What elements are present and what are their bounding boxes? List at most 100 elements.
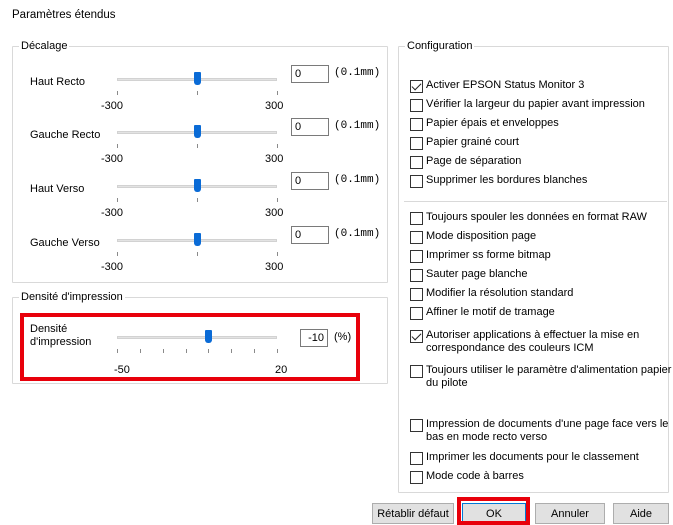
help-button[interactable]: Aide [613,503,669,524]
density-input[interactable] [300,329,328,347]
config-checkbox[interactable] [410,365,423,378]
density-group-legend: Densité d'impression [19,290,125,304]
offset-input[interactable] [291,65,329,83]
density-label-line2: d'impression [30,336,92,348]
config-checkbox[interactable] [410,99,423,112]
config-checkbox-row[interactable]: Page de séparation [410,155,673,169]
slider-tick [197,198,198,202]
config-checkbox[interactable] [410,118,423,131]
config-checkbox[interactable] [410,452,423,465]
config-checkbox-row[interactable]: Papier épais et enveloppes [410,117,673,131]
config-checkbox-label: Imprimer les documents pour le classemen… [426,451,639,463]
config-checkbox-row[interactable]: Toujours utiliser le paramètre d'aliment… [410,364,673,390]
config-checkbox-row[interactable]: Impression de documents d'une page face … [410,418,673,444]
density-slider[interactable] [117,330,278,353]
config-checkbox-label: Imprimer ss forme bitmap [426,249,551,261]
config-separator [404,201,667,202]
offset-slider-thumb[interactable] [194,72,201,85]
config-checkbox-row[interactable]: Mode code à barres [410,470,673,484]
config-checkbox-row[interactable]: Imprimer les documents pour le classemen… [410,451,673,465]
config-group-legend: Configuration [405,39,475,53]
config-checkbox-label: Autoriser applications à effectuer la mi… [426,329,640,354]
slider-tick [197,144,198,148]
ok-button[interactable]: OK [462,503,526,524]
slider-tick [117,144,118,148]
density-label: Densité d'impression [30,323,91,349]
slider-tick [277,349,278,353]
offset-slider[interactable] [117,233,278,256]
density-min-label: -50 [114,364,130,376]
offset-min-label: -300 [101,153,124,165]
offset-row-label: Gauche Verso [30,237,100,249]
slider-tick [139,349,141,353]
offset-input[interactable] [291,118,329,136]
offset-max-label: 300 [265,261,284,273]
config-checkbox[interactable] [410,471,423,484]
config-checkbox[interactable] [410,307,423,320]
slider-tick [117,198,118,202]
config-checkbox-label: Activer EPSON Status Monitor 3 [426,79,585,91]
config-checkbox-row[interactable]: Modifier la résolution standard [410,287,673,301]
offset-max-label: 300 [265,207,284,219]
config-checkbox-row[interactable]: Mode disposition page [410,230,673,244]
config-checkbox-label: Mode code à barres [426,470,524,482]
slider-tick [185,349,187,353]
config-checkbox-label: Modifier la résolution standard [426,287,574,299]
offset-unit: (0.1mm) [334,120,381,132]
config-checkbox-row[interactable]: Vérifier la largeur du papier avant impr… [410,98,673,112]
offset-row-label: Haut Recto [30,76,86,88]
config-checkbox[interactable] [410,250,423,263]
offset-slider-thumb[interactable] [194,125,201,138]
config-checkbox-row[interactable]: Affiner le motif de tramage [410,306,673,320]
config-checkbox-row[interactable]: Sauter page blanche [410,268,673,282]
config-checkbox[interactable] [410,156,423,169]
offset-slider-thumb[interactable] [194,179,201,192]
slider-tick [254,349,256,353]
offset-min-label: -300 [101,207,124,219]
offset-max-label: 300 [265,153,284,165]
config-checkbox[interactable] [410,231,423,244]
offset-group-legend: Décalage [19,39,70,53]
density-unit: (%) [334,331,352,343]
cancel-button[interactable]: Annuler [535,503,605,524]
config-checkbox[interactable] [410,269,423,282]
offset-unit: (0.1mm) [334,67,381,79]
config-checkbox[interactable] [410,330,423,343]
slider-tick [277,252,278,256]
slider-tick [277,198,278,202]
config-checkbox[interactable] [410,419,423,432]
config-checkbox-label: Supprimer les bordures blanches [426,174,588,186]
slider-tick [117,91,118,95]
config-checkbox[interactable] [410,80,423,93]
config-checkbox-row[interactable]: Imprimer ss forme bitmap [410,249,673,263]
config-checkbox-label: Impression de documents d'une page face … [426,418,669,443]
slider-tick [208,349,210,353]
dialog-title: Paramètres étendus [12,9,116,21]
config-checkbox[interactable] [410,212,423,225]
config-checkbox-label: Toujours spouler les données en format R… [426,211,647,223]
reset-defaults-button[interactable]: Rétablir défaut [372,503,454,524]
density-max-label: 20 [275,364,288,376]
config-checkbox-row[interactable]: Supprimer les bordures blanches [410,174,673,188]
density-slider-thumb[interactable] [205,330,213,343]
config-checkbox-label: Papier grainé court [426,136,519,148]
config-checkbox[interactable] [410,175,423,188]
config-checkbox[interactable] [410,288,423,301]
offset-slider[interactable] [117,72,278,95]
config-checkbox-row[interactable]: Autoriser applications à effectuer la mi… [410,329,673,355]
offset-input[interactable] [291,172,329,190]
config-checkbox-row[interactable]: Papier grainé court [410,136,673,150]
slider-tick [117,349,118,353]
slider-tick [231,349,233,353]
offset-slider[interactable] [117,179,278,202]
offset-input[interactable] [291,226,329,244]
slider-tick [197,91,198,95]
config-checkbox-label: Toujours utiliser le paramètre d'aliment… [426,364,672,389]
config-checkbox-row[interactable]: Activer EPSON Status Monitor 3 [410,79,673,93]
config-checkbox-row[interactable]: Toujours spouler les données en format R… [410,211,673,225]
config-checkbox[interactable] [410,137,423,150]
offset-slider-thumb[interactable] [194,233,201,246]
config-checkbox-label: Affiner le motif de tramage [426,306,555,318]
offset-slider[interactable] [117,125,278,148]
config-checkbox-label: Sauter page blanche [426,268,528,280]
